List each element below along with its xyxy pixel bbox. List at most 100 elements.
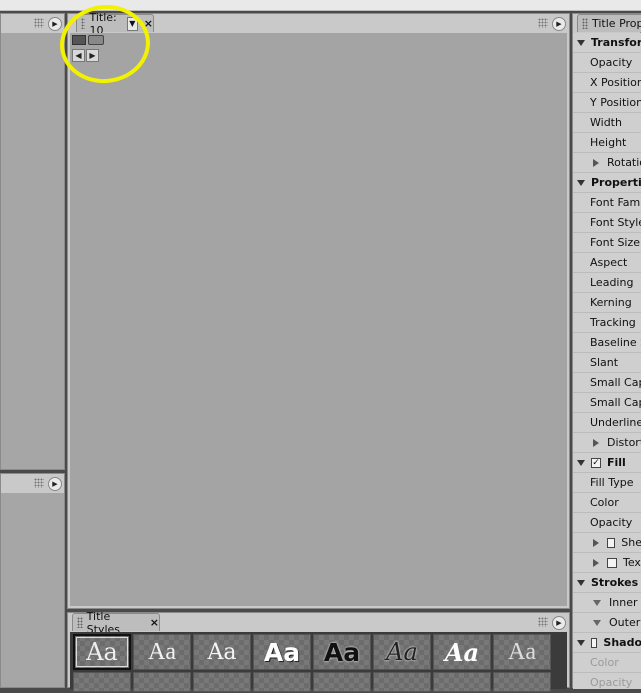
close-icon[interactable]: × bbox=[150, 616, 159, 629]
style-swatch[interactable] bbox=[493, 672, 551, 692]
panel-menu-button[interactable]: ▶ bbox=[48, 17, 62, 31]
property-subgroup[interactable]: Tex bbox=[573, 553, 641, 573]
property-row[interactable]: Font Size bbox=[573, 233, 641, 253]
panel-grip[interactable] bbox=[538, 18, 548, 28]
property-row[interactable]: Font Famil bbox=[573, 193, 641, 213]
tab-grip-icon bbox=[582, 18, 588, 29]
property-label: Opacity bbox=[590, 56, 633, 69]
property-label: Kerning bbox=[590, 296, 632, 309]
collapsed-triangle-icon[interactable] bbox=[593, 158, 599, 167]
property-subgroup[interactable]: She bbox=[573, 533, 641, 553]
property-row[interactable]: Aspect bbox=[573, 253, 641, 273]
property-label: Distort bbox=[607, 436, 641, 449]
left-top-panel-content bbox=[1, 33, 64, 469]
property-label: Opacity bbox=[590, 676, 633, 689]
property-label: Shado bbox=[603, 636, 641, 649]
property-label: Fill bbox=[607, 456, 626, 469]
property-row[interactable]: Width bbox=[573, 113, 641, 133]
collapsed-triangle-icon[interactable] bbox=[593, 558, 599, 567]
property-row[interactable]: Small Caps bbox=[573, 393, 641, 413]
property-group[interactable]: Shado bbox=[573, 633, 641, 653]
checkbox[interactable] bbox=[591, 637, 598, 648]
style-swatch[interactable]: Aa bbox=[373, 634, 431, 670]
style-swatch[interactable] bbox=[373, 672, 431, 692]
property-label: Small Caps bbox=[590, 376, 641, 389]
property-subgroup[interactable]: Distort bbox=[573, 433, 641, 453]
style-swatch[interactable]: Aa bbox=[193, 634, 251, 670]
style-swatch[interactable] bbox=[133, 672, 191, 692]
property-subgroup[interactable]: Inner S bbox=[573, 593, 641, 613]
property-label: Tex bbox=[623, 556, 641, 569]
property-row[interactable]: Leading bbox=[573, 273, 641, 293]
panel-grip[interactable] bbox=[34, 18, 44, 28]
property-row-disabled: Color bbox=[573, 653, 641, 673]
checkbox[interactable] bbox=[607, 557, 617, 568]
style-swatch[interactable]: Aa bbox=[433, 634, 491, 670]
property-row[interactable]: Fill Type bbox=[573, 473, 641, 493]
expanded-triangle-icon[interactable] bbox=[577, 39, 585, 46]
expanded-triangle-icon[interactable] bbox=[577, 459, 585, 466]
expanded-triangle-icon[interactable] bbox=[593, 619, 601, 626]
expanded-triangle-icon[interactable] bbox=[577, 639, 585, 646]
tab-title-styles[interactable]: Title Styles × bbox=[72, 610, 160, 636]
play-icon: ▶ bbox=[556, 619, 562, 627]
property-label: Propertie bbox=[591, 176, 641, 189]
property-row[interactable]: Font Style bbox=[573, 213, 641, 233]
panel-menu-button[interactable]: ▶ bbox=[48, 477, 62, 491]
tab-grip-icon bbox=[77, 617, 83, 628]
panel-menu-button[interactable]: ▶ bbox=[552, 17, 566, 31]
property-label: Color bbox=[590, 496, 619, 509]
property-row[interactable]: Baseline S bbox=[573, 333, 641, 353]
property-row[interactable]: Y Position bbox=[573, 93, 641, 113]
property-subgroup[interactable]: Outer S bbox=[573, 613, 641, 633]
left-bottom-panel: ▶ bbox=[0, 473, 65, 688]
left-top-panel: ▶ bbox=[0, 13, 65, 470]
property-row[interactable]: Underline bbox=[573, 413, 641, 433]
property-group[interactable]: Transfor bbox=[573, 33, 641, 53]
property-label: Tracking bbox=[590, 316, 636, 329]
play-icon: ▶ bbox=[52, 480, 58, 488]
property-label: Rotatio bbox=[607, 156, 641, 169]
style-swatch[interactable] bbox=[73, 672, 131, 692]
property-label: She bbox=[621, 536, 641, 549]
checkbox[interactable] bbox=[607, 537, 616, 548]
tab-title-properties[interactable]: Title Prop bbox=[577, 14, 641, 32]
property-subgroup[interactable]: Rotatio bbox=[573, 153, 641, 173]
property-label: Color bbox=[590, 656, 619, 669]
panel-menu-button[interactable]: ▶ bbox=[552, 616, 566, 630]
style-swatch[interactable] bbox=[193, 672, 251, 692]
property-group[interactable]: ✓ Fill bbox=[573, 453, 641, 473]
expanded-triangle-icon[interactable] bbox=[593, 599, 601, 606]
property-group[interactable]: Strokes bbox=[573, 573, 641, 593]
property-row[interactable]: Opacity bbox=[573, 513, 641, 533]
style-swatch[interactable]: Aa bbox=[253, 634, 311, 670]
expanded-triangle-icon[interactable] bbox=[577, 179, 585, 186]
panel-grip[interactable] bbox=[34, 478, 44, 488]
title-monitor-panel: Title: 10 ▼ × ▶ ◀ ▶ bbox=[67, 11, 570, 609]
play-icon: ▶ bbox=[556, 20, 562, 28]
property-group[interactable]: Propertie bbox=[573, 173, 641, 193]
panel-grip[interactable] bbox=[538, 617, 548, 627]
property-row[interactable]: X Position bbox=[573, 73, 641, 93]
style-swatch[interactable]: Aa bbox=[73, 634, 131, 670]
property-label: Height bbox=[590, 136, 627, 149]
property-row[interactable]: Color bbox=[573, 493, 641, 513]
property-row[interactable]: Tracking bbox=[573, 313, 641, 333]
style-swatch[interactable] bbox=[253, 672, 311, 692]
collapsed-triangle-icon[interactable] bbox=[593, 538, 599, 547]
collapsed-triangle-icon[interactable] bbox=[593, 438, 599, 447]
property-row[interactable]: Opacity bbox=[573, 53, 641, 73]
property-row[interactable]: Small Caps bbox=[573, 373, 641, 393]
property-row[interactable]: Slant bbox=[573, 353, 641, 373]
style-swatch[interactable] bbox=[433, 672, 491, 692]
style-swatch[interactable] bbox=[313, 672, 371, 692]
title-canvas[interactable]: ◀ ▶ bbox=[70, 33, 567, 606]
property-label: Leading bbox=[590, 276, 634, 289]
style-swatch[interactable]: Aa bbox=[133, 634, 191, 670]
style-swatch[interactable]: Aa bbox=[313, 634, 371, 670]
style-swatch[interactable]: Aa bbox=[493, 634, 551, 670]
property-row[interactable]: Kerning bbox=[573, 293, 641, 313]
property-row[interactable]: Height bbox=[573, 133, 641, 153]
expanded-triangle-icon[interactable] bbox=[577, 579, 585, 586]
checked-checkbox[interactable]: ✓ bbox=[591, 457, 601, 468]
